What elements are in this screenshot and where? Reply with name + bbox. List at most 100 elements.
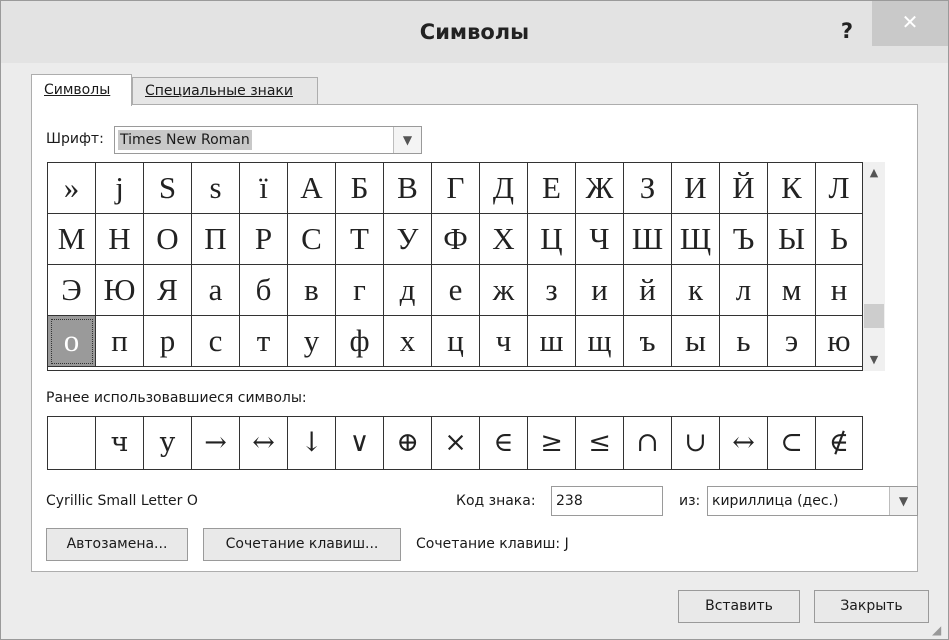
symbol-cell[interactable]: в	[288, 265, 336, 316]
symbol-cell[interactable]: ъ	[624, 316, 672, 367]
symbol-cell[interactable]: к	[672, 265, 720, 316]
symbol-cell[interactable]: н	[816, 265, 862, 316]
symbol-cell[interactable]: г	[336, 265, 384, 316]
symbol-cell[interactable]: Й	[720, 163, 768, 214]
symbol-cell[interactable]: х	[384, 316, 432, 367]
symbol-cell[interactable]: у	[288, 316, 336, 367]
symbol-cell[interactable]: л	[720, 265, 768, 316]
symbol-cell[interactable]: ï	[240, 163, 288, 214]
symbol-cell[interactable]: »	[48, 163, 96, 214]
font-select[interactable]: Times New Roman ▼	[114, 126, 422, 154]
symbol-cell[interactable]: S	[144, 163, 192, 214]
symbol-cell[interactable]: з	[528, 265, 576, 316]
recent-symbol-cell[interactable]: ∩	[624, 417, 672, 469]
symbol-cell[interactable]: С	[288, 214, 336, 265]
symbol-grid-scrollbar[interactable]: ▲ ▼	[863, 162, 885, 371]
recent-symbol-cell[interactable]: ≤	[576, 417, 624, 469]
symbol-cell[interactable]: Р	[240, 214, 288, 265]
recent-symbol-cell[interactable]: ч	[96, 417, 144, 469]
symbol-cell[interactable]: д	[384, 265, 432, 316]
recent-symbol-cell[interactable]: ∨	[336, 417, 384, 469]
recent-symbol-cell[interactable]: ↔	[720, 417, 768, 469]
symbol-cell[interactable]: Н	[96, 214, 144, 265]
symbol-cell[interactable]: е	[432, 265, 480, 316]
symbol-cell[interactable]: Т	[336, 214, 384, 265]
close-window-button[interactable]: ✕	[872, 1, 948, 46]
symbol-cell[interactable]: Ц	[528, 214, 576, 265]
symbol-cell[interactable]: Э	[48, 265, 96, 316]
symbol-cell[interactable]: т	[240, 316, 288, 367]
symbol-cell[interactable]: Щ	[672, 214, 720, 265]
recent-symbol-cell[interactable]	[48, 417, 96, 469]
tab-symbols[interactable]: Символы	[31, 74, 132, 106]
chevron-up-icon[interactable]: ▲	[863, 162, 885, 184]
symbol-cell[interactable]: П	[192, 214, 240, 265]
symbol-cell[interactable]: р	[144, 316, 192, 367]
symbol-cell[interactable]: И	[672, 163, 720, 214]
recent-symbol-cell[interactable]: ≥	[528, 417, 576, 469]
tab-special-characters[interactable]: Специальные знаки	[132, 77, 318, 105]
symbol-cell[interactable]: Ш	[624, 214, 672, 265]
symbol-cell[interactable]: с	[192, 316, 240, 367]
symbol-cell[interactable]: щ	[576, 316, 624, 367]
symbol-cell[interactable]: ы	[672, 316, 720, 367]
insert-button[interactable]: Вставить	[678, 590, 800, 623]
symbol-cell[interactable]: Х	[480, 214, 528, 265]
symbol-cell[interactable]: Е	[528, 163, 576, 214]
chevron-down-icon[interactable]: ▼	[863, 349, 885, 371]
help-button[interactable]: ?	[827, 11, 867, 51]
symbol-cell[interactable]: Ф	[432, 214, 480, 265]
symbol-cell[interactable]: s	[192, 163, 240, 214]
recent-symbol-cell[interactable]: ↔	[240, 417, 288, 469]
recent-symbol-cell[interactable]: ⊕	[384, 417, 432, 469]
symbol-cell[interactable]: ф	[336, 316, 384, 367]
symbol-cell[interactable]: М	[48, 214, 96, 265]
symbol-cell[interactable]: ш	[528, 316, 576, 367]
symbol-cell[interactable]: Л	[816, 163, 862, 214]
symbol-cell[interactable]: Д	[480, 163, 528, 214]
symbol-cell[interactable]: К	[768, 163, 816, 214]
symbol-cell[interactable]: э	[768, 316, 816, 367]
recent-symbol-cell[interactable]: ↓	[288, 417, 336, 469]
symbol-cell[interactable]: ц	[432, 316, 480, 367]
resize-grip-icon[interactable]: ◢	[932, 623, 946, 637]
symbol-cell[interactable]: Ъ	[720, 214, 768, 265]
chevron-down-icon[interactable]: ▼	[393, 127, 421, 153]
symbol-cell[interactable]: Ю	[96, 265, 144, 316]
scroll-thumb[interactable]	[864, 304, 884, 328]
symbol-cell[interactable]: и	[576, 265, 624, 316]
recent-symbol-cell[interactable]: у	[144, 417, 192, 469]
recent-symbol-cell[interactable]: ∈	[480, 417, 528, 469]
symbol-cell[interactable]: А	[288, 163, 336, 214]
symbol-cell[interactable]: З	[624, 163, 672, 214]
symbol-cell[interactable]: а	[192, 265, 240, 316]
symbol-cell[interactable]: Г	[432, 163, 480, 214]
encoding-select[interactable]: кириллица (дес.) ▼	[707, 486, 918, 516]
character-code-input[interactable]: 238	[551, 486, 663, 516]
symbol-cell[interactable]: Ы	[768, 214, 816, 265]
recent-symbol-cell[interactable]: ∉	[816, 417, 862, 469]
symbol-cell[interactable]: Ч	[576, 214, 624, 265]
symbol-cell[interactable]: б	[240, 265, 288, 316]
symbol-cell[interactable]: о	[48, 316, 96, 367]
symbol-cell[interactable]: м	[768, 265, 816, 316]
shortcut-key-button[interactable]: Сочетание клавиш...	[203, 528, 401, 561]
symbol-cell[interactable]: п	[96, 316, 144, 367]
chevron-down-icon[interactable]: ▼	[889, 487, 917, 515]
recent-symbol-cell[interactable]: ×	[432, 417, 480, 469]
symbol-cell[interactable]: j	[96, 163, 144, 214]
close-button[interactable]: Закрыть	[814, 590, 929, 623]
symbol-cell[interactable]: Ж	[576, 163, 624, 214]
symbol-cell[interactable]: Я	[144, 265, 192, 316]
symbol-cell[interactable]: У	[384, 214, 432, 265]
symbol-cell[interactable]: ю	[816, 316, 862, 367]
recent-symbol-cell[interactable]: ∪	[672, 417, 720, 469]
symbol-cell[interactable]: ч	[480, 316, 528, 367]
symbol-cell[interactable]: ь	[720, 316, 768, 367]
symbol-cell[interactable]: Б	[336, 163, 384, 214]
symbol-cell[interactable]: й	[624, 265, 672, 316]
symbol-cell[interactable]: О	[144, 214, 192, 265]
recent-symbol-cell[interactable]: ⊂	[768, 417, 816, 469]
recent-symbol-cell[interactable]: →	[192, 417, 240, 469]
autocorrect-button[interactable]: Автозамена...	[46, 528, 188, 561]
